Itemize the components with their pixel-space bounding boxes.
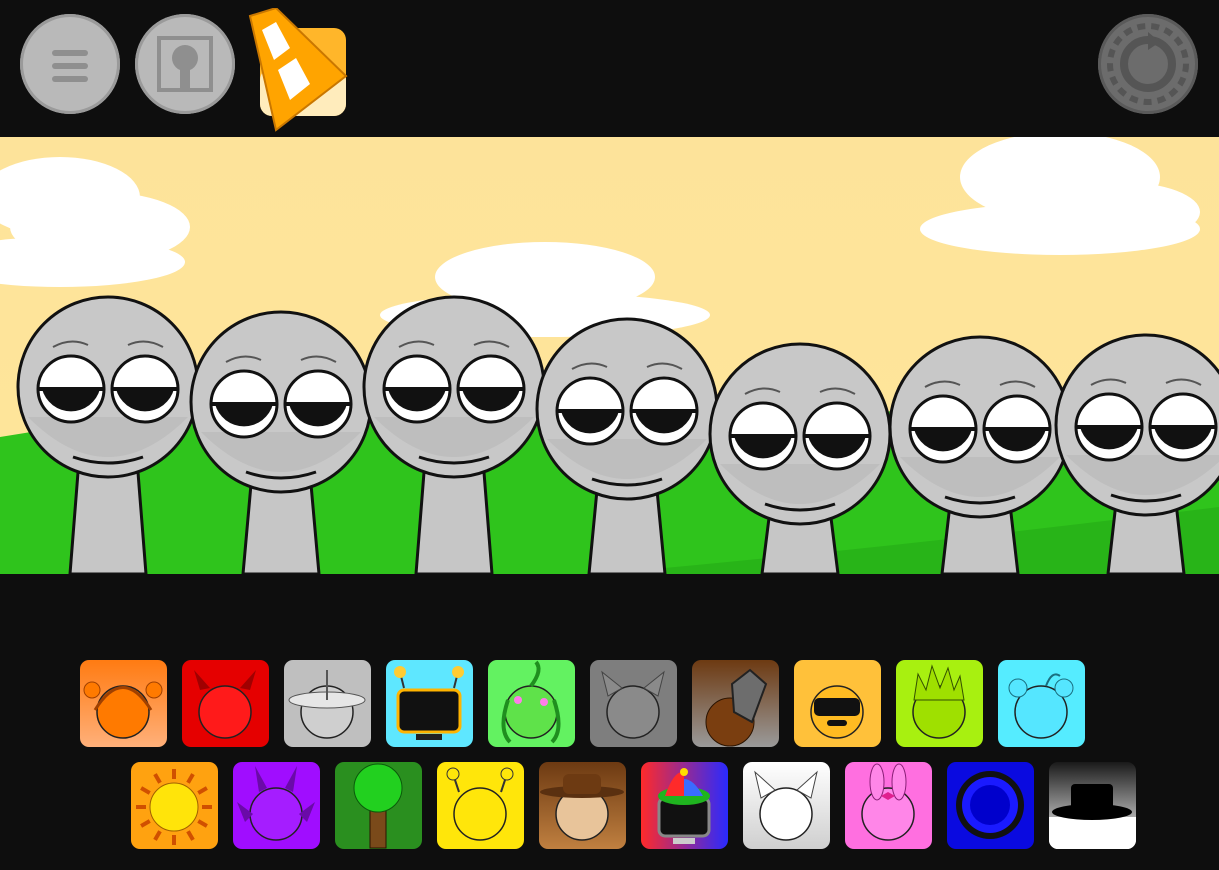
palette-row-1: [80, 660, 1085, 747]
sun-character-icon: [136, 769, 212, 845]
flame-hair-character-icon: [912, 664, 966, 739]
purple-horned-character-icon: [237, 766, 315, 841]
top-hat-character-icon: [1049, 784, 1136, 849]
palette-tile-bunny[interactable]: [845, 762, 932, 849]
palette-tile-cat[interactable]: [590, 660, 677, 747]
palette-tile-tree[interactable]: [335, 762, 422, 849]
palette-tile-plant[interactable]: [488, 660, 575, 747]
white-cat-character-icon: [754, 770, 818, 841]
hamburger-icon: [52, 50, 88, 82]
palette-tile-bear[interactable]: [998, 660, 1085, 747]
propeller-cap-tv-character-icon: [657, 768, 711, 844]
bucket-character-icon: [705, 668, 768, 747]
palette-tile-sun[interactable]: [131, 762, 218, 849]
visor-helmet-character-icon: [810, 685, 864, 739]
pink-bunny-character-icon: [861, 763, 915, 841]
red-horned-character-icon: [194, 670, 256, 739]
palette-tile-blue-orb[interactable]: [947, 762, 1034, 849]
plant-vine-character-icon: [501, 660, 561, 744]
palette-tile-tv[interactable]: [386, 660, 473, 747]
palette-tile-white-cat[interactable]: [743, 762, 830, 849]
palette-tile-antenna[interactable]: [437, 762, 524, 849]
stage-scene: [0, 137, 1219, 574]
cover-art-button[interactable]: [135, 14, 235, 114]
palette-tile-bucket[interactable]: [692, 660, 779, 747]
palette-tile-headphones[interactable]: [80, 660, 167, 747]
palette-tile-flame[interactable]: [896, 660, 983, 747]
vlc-cone-icon: [248, 6, 348, 132]
yellow-antenna-character-icon: [446, 767, 514, 841]
palette-tile-visor[interactable]: [794, 660, 881, 747]
tree-character-icon: [353, 763, 403, 849]
palette-tile-purple-horns[interactable]: [233, 762, 320, 849]
palette-tile-horns[interactable]: [182, 660, 269, 747]
gray-cat-character-icon: [601, 670, 665, 739]
character-palette: [0, 655, 1219, 855]
satellite-dish-character-icon: [288, 670, 366, 739]
reset-button[interactable]: [1098, 14, 1198, 114]
palette-tile-top-hat[interactable]: [1049, 762, 1136, 849]
reset-icon: [1107, 23, 1189, 105]
vlc-button[interactable]: [240, 6, 350, 133]
cowboy-hat-character-icon: [540, 774, 624, 841]
palette-tile-cowboy[interactable]: [539, 762, 626, 849]
palette-row-2: [131, 762, 1136, 849]
tv-screen-character-icon: [394, 666, 464, 740]
stage: [0, 137, 1219, 574]
cover-art-icon: [157, 36, 213, 92]
blue-orb-character-icon: [956, 771, 1024, 839]
bear-ears-character-icon: [1008, 673, 1074, 739]
headphones-character-icon: [83, 681, 163, 739]
palette-tile-satellite[interactable]: [284, 660, 371, 747]
palette-tile-propeller[interactable]: [641, 762, 728, 849]
menu-button[interactable]: [20, 14, 120, 114]
